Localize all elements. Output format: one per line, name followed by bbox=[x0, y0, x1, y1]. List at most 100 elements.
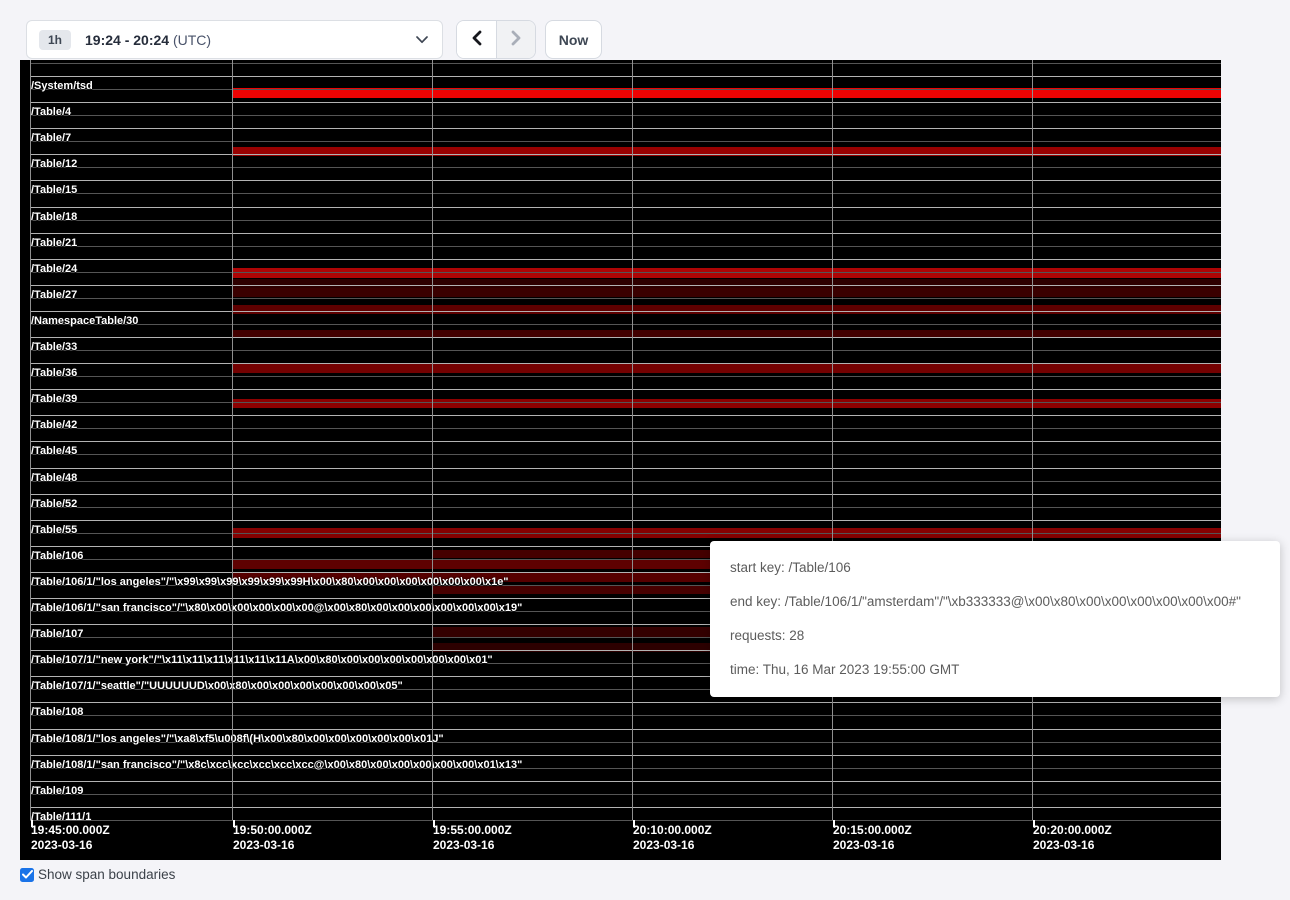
span-boundary-line bbox=[30, 729, 1221, 730]
hover-tooltip: start key: /Table/106 end key: /Table/10… bbox=[710, 541, 1280, 697]
prev-time-button[interactable] bbox=[457, 21, 496, 58]
time-nav-group bbox=[456, 20, 536, 59]
span-boundary-line bbox=[30, 76, 1221, 77]
heatmap-canvas[interactable]: /System/tsd/Table/4/Table/7/Table/12/Tab… bbox=[20, 60, 1221, 860]
heat-band bbox=[232, 364, 1221, 374]
gridline-horizontal bbox=[30, 63, 1221, 64]
gridline-horizontal bbox=[30, 115, 1221, 116]
show-span-boundaries-checkbox[interactable] bbox=[20, 868, 34, 882]
x-axis-label: 20:20:00.000Z2023-03-16 bbox=[1033, 823, 1112, 853]
span-boundary-line bbox=[30, 337, 1221, 338]
axis-time: 20:20:00.000Z bbox=[1033, 823, 1112, 838]
row-label: /Table/24 bbox=[31, 263, 77, 275]
row-label: /Table/12 bbox=[31, 158, 77, 170]
span-boundary-line bbox=[30, 755, 1221, 756]
span-boundary-line bbox=[30, 389, 1221, 390]
chevron-right-icon bbox=[508, 28, 524, 51]
span-boundary-line bbox=[30, 311, 1221, 312]
gridline-horizontal bbox=[30, 481, 1221, 482]
check-icon bbox=[22, 866, 33, 884]
gridline-horizontal bbox=[30, 820, 1221, 821]
gridline-horizontal bbox=[30, 167, 1221, 168]
gridline-horizontal bbox=[30, 193, 1221, 194]
gridline-horizontal bbox=[30, 324, 1221, 325]
span-boundary-line bbox=[30, 363, 1221, 364]
now-button[interactable]: Now bbox=[545, 20, 602, 59]
span-boundary-line bbox=[30, 781, 1221, 782]
span-boundary-line bbox=[30, 154, 1221, 155]
gridline-horizontal bbox=[30, 533, 1221, 534]
gridline-horizontal bbox=[30, 507, 1221, 508]
time-range-select[interactable]: 1h 19:24 - 20:24 (UTC) bbox=[26, 20, 443, 59]
heat-band bbox=[232, 288, 1221, 297]
tooltip-requests: requests: 28 bbox=[730, 626, 1260, 646]
span-boundary-line bbox=[30, 180, 1221, 181]
gridline-vertical bbox=[432, 60, 433, 820]
axis-date: 2023-03-16 bbox=[1033, 838, 1112, 853]
row-label: /Table/27 bbox=[31, 289, 77, 301]
row-label: /Table/18 bbox=[31, 211, 77, 223]
span-boundary-line bbox=[30, 102, 1221, 103]
row-label: /Table/108 bbox=[31, 706, 83, 718]
x-axis-label: 19:55:00.000Z2023-03-16 bbox=[433, 823, 512, 853]
x-axis-label: 20:10:00.000Z2023-03-16 bbox=[633, 823, 712, 853]
gridline-vertical bbox=[30, 60, 31, 820]
gridline-horizontal bbox=[30, 141, 1221, 142]
gridline-horizontal bbox=[30, 376, 1221, 377]
gridline-horizontal bbox=[30, 272, 1221, 273]
duration-badge: 1h bbox=[39, 30, 71, 50]
row-label: /Table/106/1/"los angeles"/"\x99\x99\x99… bbox=[31, 576, 509, 588]
tooltip-time: time: Thu, 16 Mar 2023 19:55:00 GMT bbox=[730, 660, 1260, 680]
gridline-vertical bbox=[632, 60, 633, 820]
gridline-horizontal bbox=[30, 298, 1221, 299]
gridline-horizontal bbox=[30, 715, 1221, 716]
x-axis-label: 19:50:00.000Z2023-03-16 bbox=[233, 823, 312, 853]
row-label: /Table/106/1/"san francisco"/"\x80\x00\x… bbox=[31, 602, 522, 614]
axis-time: 20:15:00.000Z bbox=[833, 823, 912, 838]
gridline-horizontal bbox=[30, 428, 1221, 429]
gridline-horizontal bbox=[30, 220, 1221, 221]
gridline-horizontal bbox=[30, 794, 1221, 795]
x-axis-label: 20:15:00.000Z2023-03-16 bbox=[833, 823, 912, 853]
row-label: /Table/4 bbox=[31, 106, 71, 118]
timezone-text: (UTC) bbox=[173, 32, 211, 48]
row-label: /Table/39 bbox=[31, 393, 77, 405]
row-label: /Table/21 bbox=[31, 237, 77, 249]
span-boundary-line bbox=[30, 415, 1221, 416]
axis-date: 2023-03-16 bbox=[433, 838, 512, 853]
next-time-button[interactable] bbox=[496, 21, 535, 58]
row-label: /Table/107/1/"new york"/"\x11\x11\x11\x1… bbox=[31, 654, 493, 666]
gridline-horizontal bbox=[30, 350, 1221, 351]
heat-band bbox=[232, 305, 1221, 314]
heat-band bbox=[232, 279, 1221, 288]
row-label: /Table/52 bbox=[31, 498, 77, 510]
axis-time: 19:50:00.000Z bbox=[233, 823, 312, 838]
axis-time: 19:45:00.000Z bbox=[31, 823, 110, 838]
row-label: /NamespaceTable/30 bbox=[31, 315, 138, 327]
span-boundary-line bbox=[30, 807, 1221, 808]
gridline-vertical bbox=[232, 60, 233, 820]
span-boundary-line bbox=[30, 207, 1221, 208]
row-label: /Table/45 bbox=[31, 445, 77, 457]
span-boundary-line bbox=[30, 441, 1221, 442]
gridline-vertical bbox=[1032, 60, 1033, 820]
axis-date: 2023-03-16 bbox=[31, 838, 110, 853]
span-boundary-line bbox=[30, 259, 1221, 260]
span-boundary-line bbox=[30, 494, 1221, 495]
heat-band bbox=[232, 268, 1221, 278]
row-label: /Table/106 bbox=[31, 550, 83, 562]
span-boundary-line bbox=[30, 128, 1221, 129]
axis-time: 20:10:00.000Z bbox=[633, 823, 712, 838]
tooltip-end-key: end key: /Table/106/1/"amsterdam"/"\xb33… bbox=[730, 592, 1260, 612]
row-label: /Table/109 bbox=[31, 785, 83, 797]
axis-date: 2023-03-16 bbox=[833, 838, 912, 853]
span-boundary-line bbox=[30, 702, 1221, 703]
row-label: /Table/15 bbox=[31, 184, 77, 196]
span-boundary-line bbox=[30, 468, 1221, 469]
span-boundary-line bbox=[30, 285, 1221, 286]
axis-date: 2023-03-16 bbox=[233, 838, 312, 853]
row-label: /Table/7 bbox=[31, 132, 71, 144]
axis-date: 2023-03-16 bbox=[633, 838, 712, 853]
axis-time: 19:55:00.000Z bbox=[433, 823, 512, 838]
row-label: /Table/107/1/"seattle"/"UUUUUUD\x00\x80\… bbox=[31, 680, 403, 692]
